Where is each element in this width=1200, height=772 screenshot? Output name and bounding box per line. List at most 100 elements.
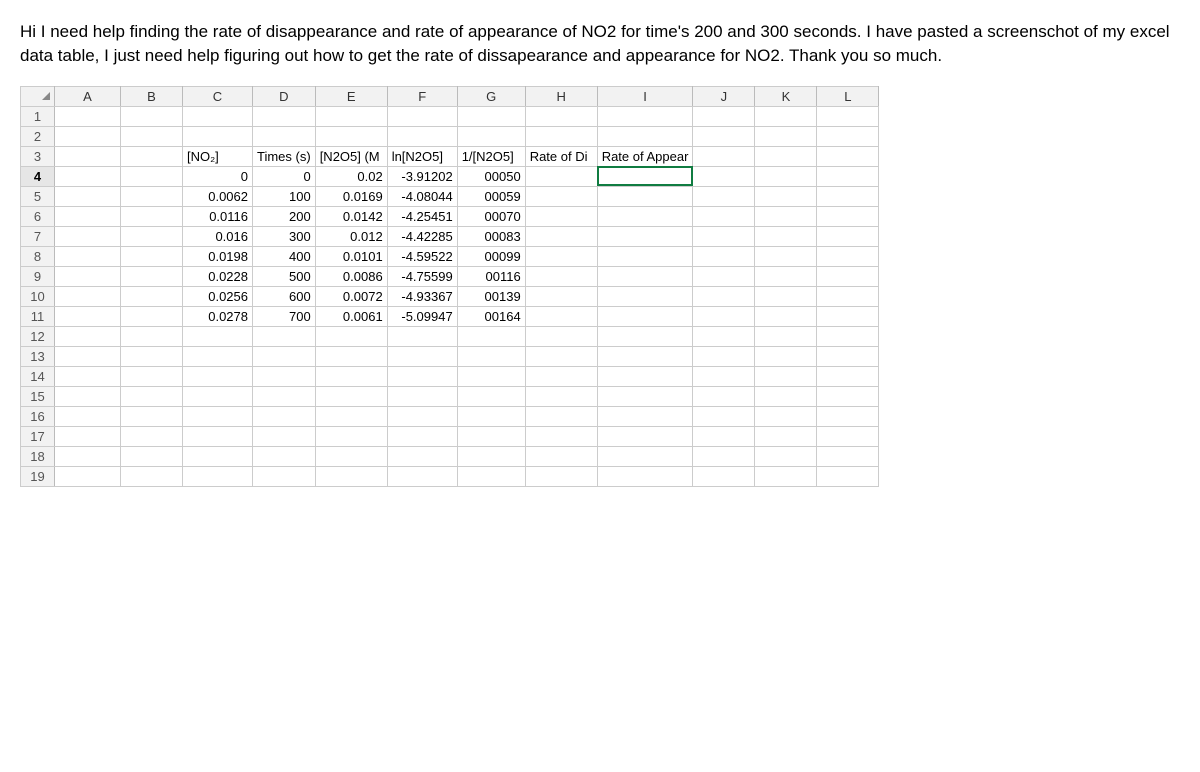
cell-K9[interactable] <box>755 266 817 286</box>
cell-I15[interactable] <box>597 386 693 406</box>
cell-E10[interactable]: 0.0072 <box>315 286 387 306</box>
cell-A19[interactable] <box>55 466 121 486</box>
row-header-11[interactable]: 11 <box>21 306 55 326</box>
cell-K2[interactable] <box>755 126 817 146</box>
cell-I9[interactable] <box>597 266 693 286</box>
cell-G5[interactable]: 00059 <box>457 186 525 206</box>
cell-I1[interactable] <box>597 106 693 126</box>
cell-E11[interactable]: 0.0061 <box>315 306 387 326</box>
cell-K12[interactable] <box>755 326 817 346</box>
cell-K14[interactable] <box>755 366 817 386</box>
row-header-19[interactable]: 19 <box>21 466 55 486</box>
cell-L15[interactable] <box>817 386 879 406</box>
cell-H12[interactable] <box>525 326 597 346</box>
cell-I3[interactable]: Rate of Appear <box>597 146 693 166</box>
cell-J2[interactable] <box>693 126 755 146</box>
cell-C4[interactable]: 0 <box>183 166 253 186</box>
cell-F10[interactable]: -4.93367 <box>387 286 457 306</box>
cell-C8[interactable]: 0.0198 <box>183 246 253 266</box>
cell-L10[interactable] <box>817 286 879 306</box>
col-header-I[interactable]: I <box>597 86 693 106</box>
cell-D18[interactable] <box>253 446 316 466</box>
cell-E7[interactable]: 0.012 <box>315 226 387 246</box>
cell-L12[interactable] <box>817 326 879 346</box>
col-header-L[interactable]: L <box>817 86 879 106</box>
cell-I10[interactable] <box>597 286 693 306</box>
cell-F5[interactable]: -4.08044 <box>387 186 457 206</box>
row-header-3[interactable]: 3 <box>21 146 55 166</box>
cell-B8[interactable] <box>121 246 183 266</box>
cell-D16[interactable] <box>253 406 316 426</box>
cell-H7[interactable] <box>525 226 597 246</box>
row-header-17[interactable]: 17 <box>21 426 55 446</box>
cell-F15[interactable] <box>387 386 457 406</box>
cell-C7[interactable]: 0.016 <box>183 226 253 246</box>
col-header-J[interactable]: J <box>693 86 755 106</box>
cell-K16[interactable] <box>755 406 817 426</box>
row-header-6[interactable]: 6 <box>21 206 55 226</box>
cell-F14[interactable] <box>387 366 457 386</box>
cell-G11[interactable]: 00164 <box>457 306 525 326</box>
cell-E6[interactable]: 0.0142 <box>315 206 387 226</box>
cell-C16[interactable] <box>183 406 253 426</box>
cell-D2[interactable] <box>253 126 316 146</box>
cell-A15[interactable] <box>55 386 121 406</box>
cell-J5[interactable] <box>693 186 755 206</box>
cell-G3[interactable]: 1/[N2O5] <box>457 146 525 166</box>
row-header-8[interactable]: 8 <box>21 246 55 266</box>
cell-E15[interactable] <box>315 386 387 406</box>
cell-A14[interactable] <box>55 366 121 386</box>
row-header-2[interactable]: 2 <box>21 126 55 146</box>
row-header-4[interactable]: 4 <box>21 166 55 186</box>
cell-D7[interactable]: 300 <box>253 226 316 246</box>
cell-A2[interactable] <box>55 126 121 146</box>
cell-K5[interactable] <box>755 186 817 206</box>
cell-C19[interactable] <box>183 466 253 486</box>
cell-K17[interactable] <box>755 426 817 446</box>
cell-I17[interactable] <box>597 426 693 446</box>
cell-G2[interactable] <box>457 126 525 146</box>
cell-L9[interactable] <box>817 266 879 286</box>
cell-I5[interactable] <box>597 186 693 206</box>
cell-A11[interactable] <box>55 306 121 326</box>
col-header-F[interactable]: F <box>387 86 457 106</box>
cell-J16[interactable] <box>693 406 755 426</box>
cell-G15[interactable] <box>457 386 525 406</box>
row-header-14[interactable]: 14 <box>21 366 55 386</box>
cell-J10[interactable] <box>693 286 755 306</box>
cell-D15[interactable] <box>253 386 316 406</box>
cell-F18[interactable] <box>387 446 457 466</box>
cell-J1[interactable] <box>693 106 755 126</box>
cell-I19[interactable] <box>597 466 693 486</box>
cell-E9[interactable]: 0.0086 <box>315 266 387 286</box>
cell-F3[interactable]: ln[N2O5] <box>387 146 457 166</box>
row-header-12[interactable]: 12 <box>21 326 55 346</box>
cell-F1[interactable] <box>387 106 457 126</box>
cell-D17[interactable] <box>253 426 316 446</box>
cell-L13[interactable] <box>817 346 879 366</box>
cell-I12[interactable] <box>597 326 693 346</box>
cell-G16[interactable] <box>457 406 525 426</box>
cell-I18[interactable] <box>597 446 693 466</box>
cell-L4[interactable] <box>817 166 879 186</box>
cell-K7[interactable] <box>755 226 817 246</box>
cell-G12[interactable] <box>457 326 525 346</box>
cell-C6[interactable]: 0.0116 <box>183 206 253 226</box>
cell-G8[interactable]: 00099 <box>457 246 525 266</box>
col-header-D[interactable]: D <box>253 86 316 106</box>
cell-K11[interactable] <box>755 306 817 326</box>
row-header-5[interactable]: 5 <box>21 186 55 206</box>
cell-G4[interactable]: 00050 <box>457 166 525 186</box>
cell-C18[interactable] <box>183 446 253 466</box>
cell-F11[interactable]: -5.09947 <box>387 306 457 326</box>
cell-B10[interactable] <box>121 286 183 306</box>
cell-C1[interactable] <box>183 106 253 126</box>
cell-L6[interactable] <box>817 206 879 226</box>
cell-B7[interactable] <box>121 226 183 246</box>
cell-E12[interactable] <box>315 326 387 346</box>
cell-B11[interactable] <box>121 306 183 326</box>
row-header-13[interactable]: 13 <box>21 346 55 366</box>
cell-L14[interactable] <box>817 366 879 386</box>
cell-E18[interactable] <box>315 446 387 466</box>
cell-K18[interactable] <box>755 446 817 466</box>
